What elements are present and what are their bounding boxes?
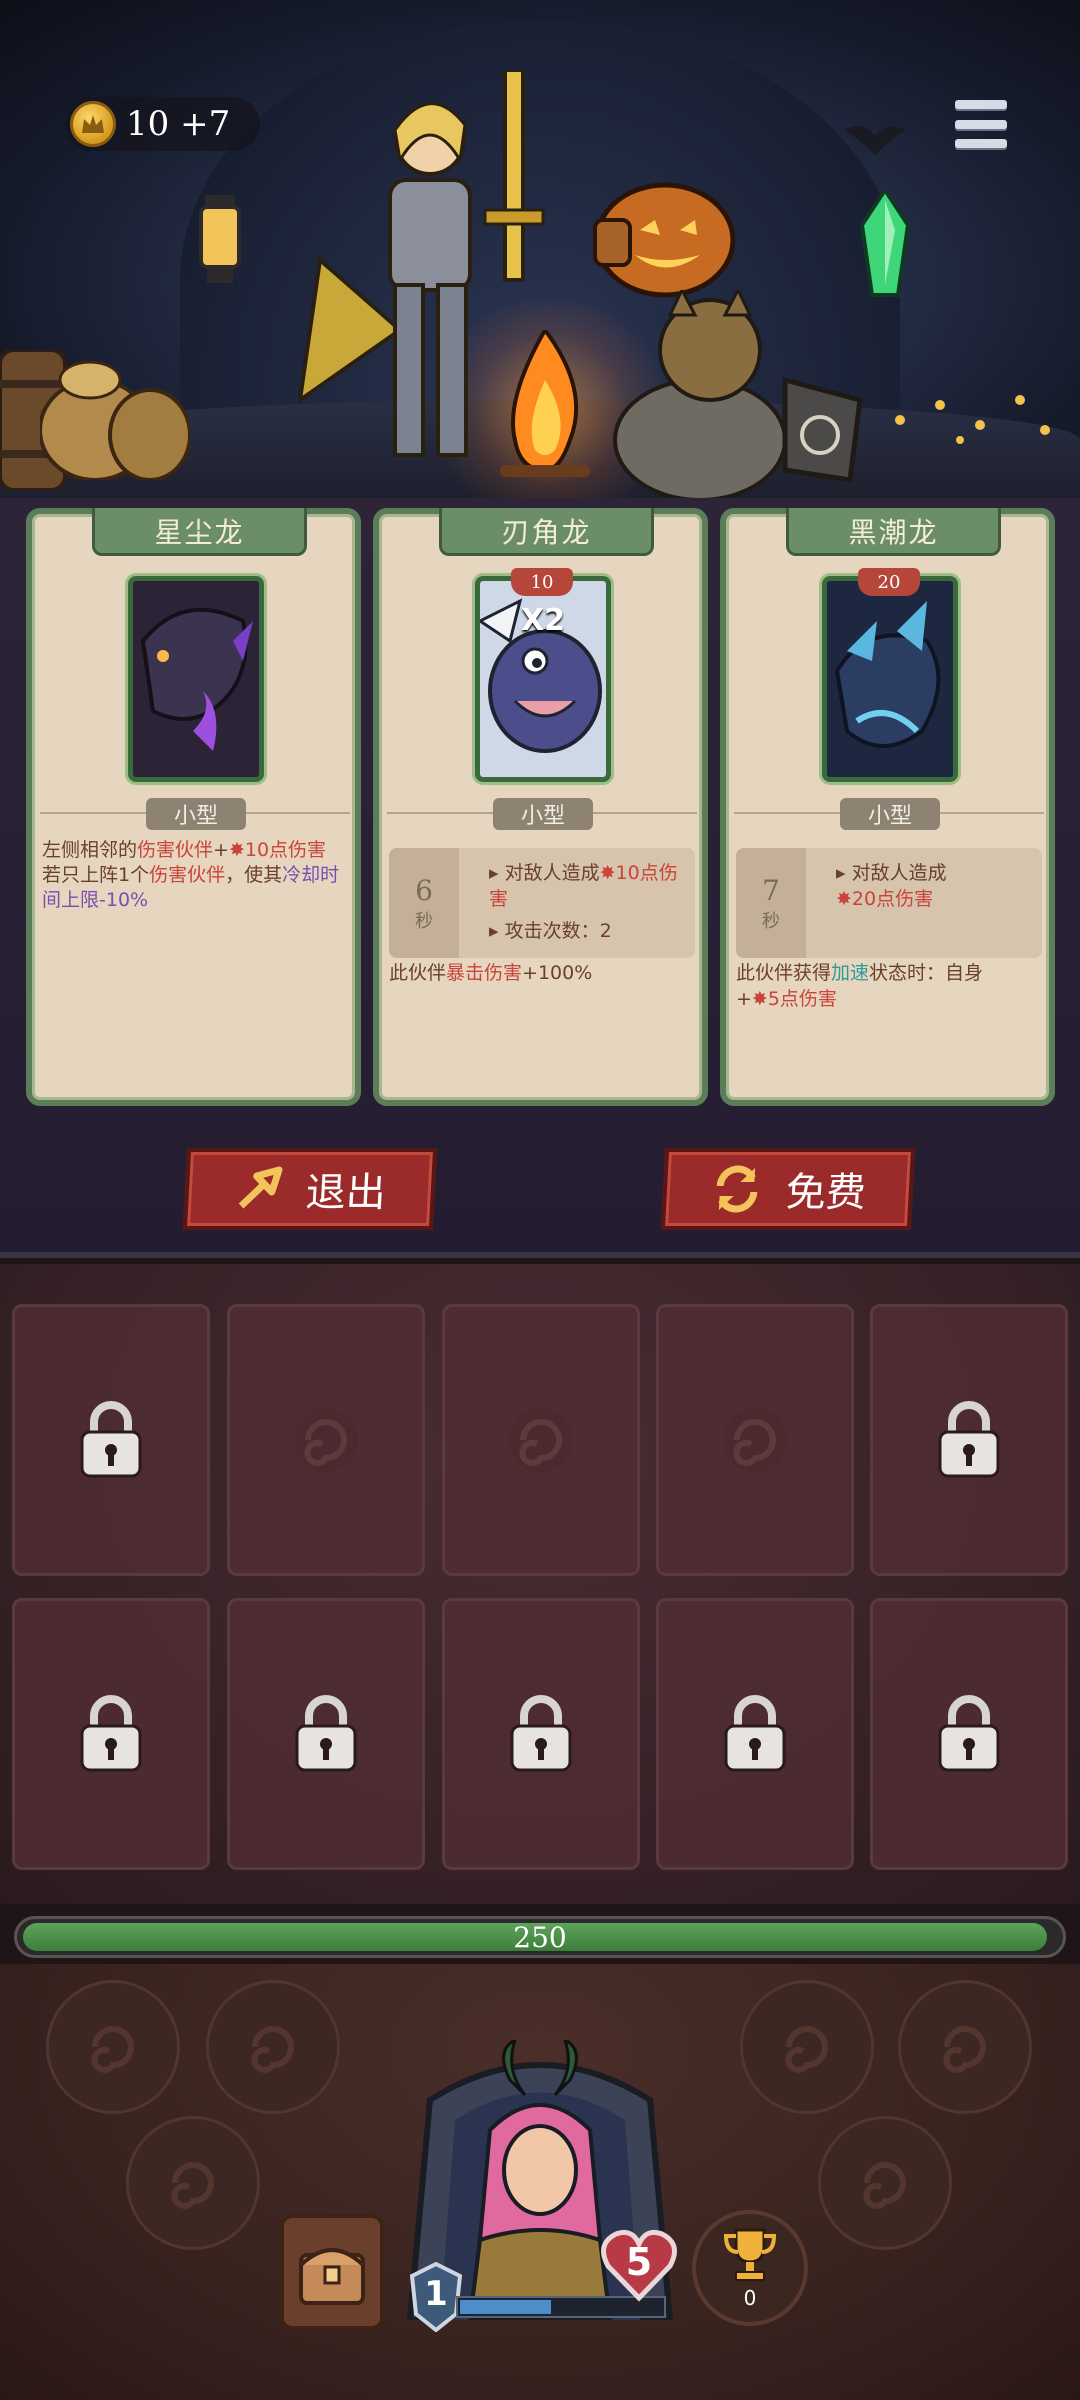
bat-icon xyxy=(845,126,905,155)
swirl-emblem-icon xyxy=(171,2162,214,2209)
xp-bar-fill xyxy=(460,2300,551,2314)
cooldown-indicator: 6秒 xyxy=(389,848,459,958)
swirl-emblem-icon xyxy=(785,2026,828,2073)
swirl-emblem-icon xyxy=(509,1408,573,1472)
swirl-emblem-icon xyxy=(91,2026,134,2073)
campfire-scene: 10 +7 xyxy=(0,0,1080,510)
equipment-socket[interactable] xyxy=(126,2116,260,2250)
shop-panel: 星尘龙 小型 左侧相邻的伤害伙伴+✸10点伤害 若只上阵1个伤害伙伴，使其冷却时… xyxy=(0,498,1080,1258)
companion-card[interactable]: 刃角龙 10 X2 小型 6秒 ▸ 对敌人造成✸10点伤害 ▸ 攻击次数：2 此… xyxy=(373,508,708,1106)
crown-coin-icon xyxy=(70,101,116,147)
swirl-emblem-icon xyxy=(863,2162,906,2209)
green-crystal-icon xyxy=(860,190,910,297)
campfire-icon xyxy=(500,330,590,477)
free-refresh-button[interactable]: 免费 xyxy=(660,1148,916,1230)
swirl-emblem-icon xyxy=(251,2026,294,2073)
size-tag: 小型 xyxy=(493,798,593,830)
dragon-portrait xyxy=(128,576,264,782)
trophy-icon xyxy=(723,2228,777,2281)
hero-hp: 5 xyxy=(625,2240,653,2284)
slot-locked[interactable] xyxy=(870,1598,1068,1870)
chest-icon xyxy=(299,2248,365,2305)
stat-lines: ▸ 对敌人造成 ✸20点伤害 xyxy=(836,862,947,910)
equipment-socket[interactable] xyxy=(46,1980,180,2114)
lock-icon xyxy=(938,1695,1000,1772)
gold-coins-pile xyxy=(895,395,1050,444)
equipment-socket[interactable] xyxy=(206,1980,340,2114)
inventory-chest-button[interactable] xyxy=(280,2214,384,2330)
multiplier-label: X2 xyxy=(520,603,565,638)
companion-card[interactable]: 星尘龙 小型 左侧相邻的伤害伙伴+✸10点伤害 若只上阵1个伤害伙伴，使其冷却时… xyxy=(26,508,361,1106)
damage-star-icon: ✸ xyxy=(751,988,768,1010)
card-footnote: 此伙伴暴击伤害+100% xyxy=(389,962,593,984)
lock-icon xyxy=(510,1695,572,1772)
lock-icon xyxy=(80,1401,142,1478)
card-name-banner: 刃角龙 xyxy=(439,508,654,556)
card-name-banner: 黑潮龙 xyxy=(786,508,1001,556)
progress-value: 250 xyxy=(513,1921,567,1954)
card-name-banner: 星尘龙 xyxy=(92,508,307,556)
swirl-emblem-icon xyxy=(294,1408,358,1472)
swirl-emblem-icon xyxy=(943,2026,986,2073)
size-tag: 小型 xyxy=(840,798,940,830)
damage-star-icon: ✸ xyxy=(228,839,245,861)
damage-star-icon: ✸ xyxy=(836,888,852,910)
lock-icon xyxy=(938,1401,1000,1478)
progress-bar: 250 xyxy=(14,1916,1066,1958)
exit-label: 退出 xyxy=(304,1170,387,1216)
hamburger-menu-icon[interactable] xyxy=(955,100,1007,148)
armored-cat-character xyxy=(613,290,863,500)
stat-lines: ▸ 对敌人造成✸10点伤害 ▸ 攻击次数：2 xyxy=(489,862,678,942)
free-label: 免费 xyxy=(784,1170,867,1216)
currency-value: 10 +7 xyxy=(126,104,231,144)
trophy-count: 0 xyxy=(743,2286,757,2310)
slot-locked[interactable] xyxy=(442,1598,640,1870)
damage-star-icon: ✸ xyxy=(599,862,616,884)
exit-arrow-icon xyxy=(238,1166,283,1209)
slot-empty[interactable] xyxy=(227,1304,425,1576)
price-badge: 20 xyxy=(858,568,920,596)
lantern-icon xyxy=(199,195,241,283)
hero-level: 1 xyxy=(424,2274,448,2314)
slot-locked[interactable] xyxy=(870,1304,1068,1576)
exit-button[interactable]: 退出 xyxy=(182,1148,438,1230)
pumpkin-lantern xyxy=(593,182,735,298)
size-tag: 小型 xyxy=(146,798,246,830)
cooldown-indicator: 7秒 xyxy=(736,848,806,958)
lock-icon xyxy=(80,1695,142,1772)
equipment-socket[interactable] xyxy=(898,1980,1032,2114)
price-badge: 10 xyxy=(511,568,573,596)
equipment-socket[interactable] xyxy=(740,1980,874,2114)
swirl-emblem-icon xyxy=(723,1408,787,1472)
lock-icon xyxy=(724,1695,786,1772)
lock-icon xyxy=(295,1695,357,1772)
slot-locked[interactable] xyxy=(12,1304,210,1576)
dragon-portrait xyxy=(822,576,958,782)
companion-card-list: 星尘龙 小型 左侧相邻的伤害伙伴+✸10点伤害 若只上阵1个伤害伙伴，使其冷却时… xyxy=(26,508,1056,1108)
refresh-icon xyxy=(716,1165,758,1213)
dragon-portrait: X2 xyxy=(475,576,611,782)
companion-card[interactable]: 黑潮龙 20 小型 7秒 ▸ 对敌人造成 ✸20点伤害 此伙伴获得加速状态时：自… xyxy=(720,508,1055,1106)
currency-counter: 10 +7 xyxy=(66,97,261,151)
slot-empty[interactable] xyxy=(656,1304,854,1576)
equipment-socket[interactable] xyxy=(818,2116,952,2250)
slot-locked[interactable] xyxy=(656,1598,854,1870)
trophy-button[interactable]: 0 xyxy=(692,2210,808,2326)
card-description: 左侧相邻的伤害伙伴+✸10点伤害 若只上阵1个伤害伙伴，使其冷却时间上限-10% xyxy=(42,839,340,911)
slot-locked[interactable] xyxy=(12,1598,210,1870)
card-footnote: 此伙伴获得加速状态时：自身 +✸5点伤害 xyxy=(736,962,984,1010)
stat-box: 7秒 ▸ 对敌人造成 ✸20点伤害 xyxy=(736,848,1042,958)
grain-sacks xyxy=(40,360,190,480)
slot-empty[interactable] xyxy=(442,1304,640,1576)
slot-locked[interactable] xyxy=(227,1598,425,1870)
stat-box: 6秒 ▸ 对敌人造成✸10点伤害 ▸ 攻击次数：2 xyxy=(389,848,695,958)
